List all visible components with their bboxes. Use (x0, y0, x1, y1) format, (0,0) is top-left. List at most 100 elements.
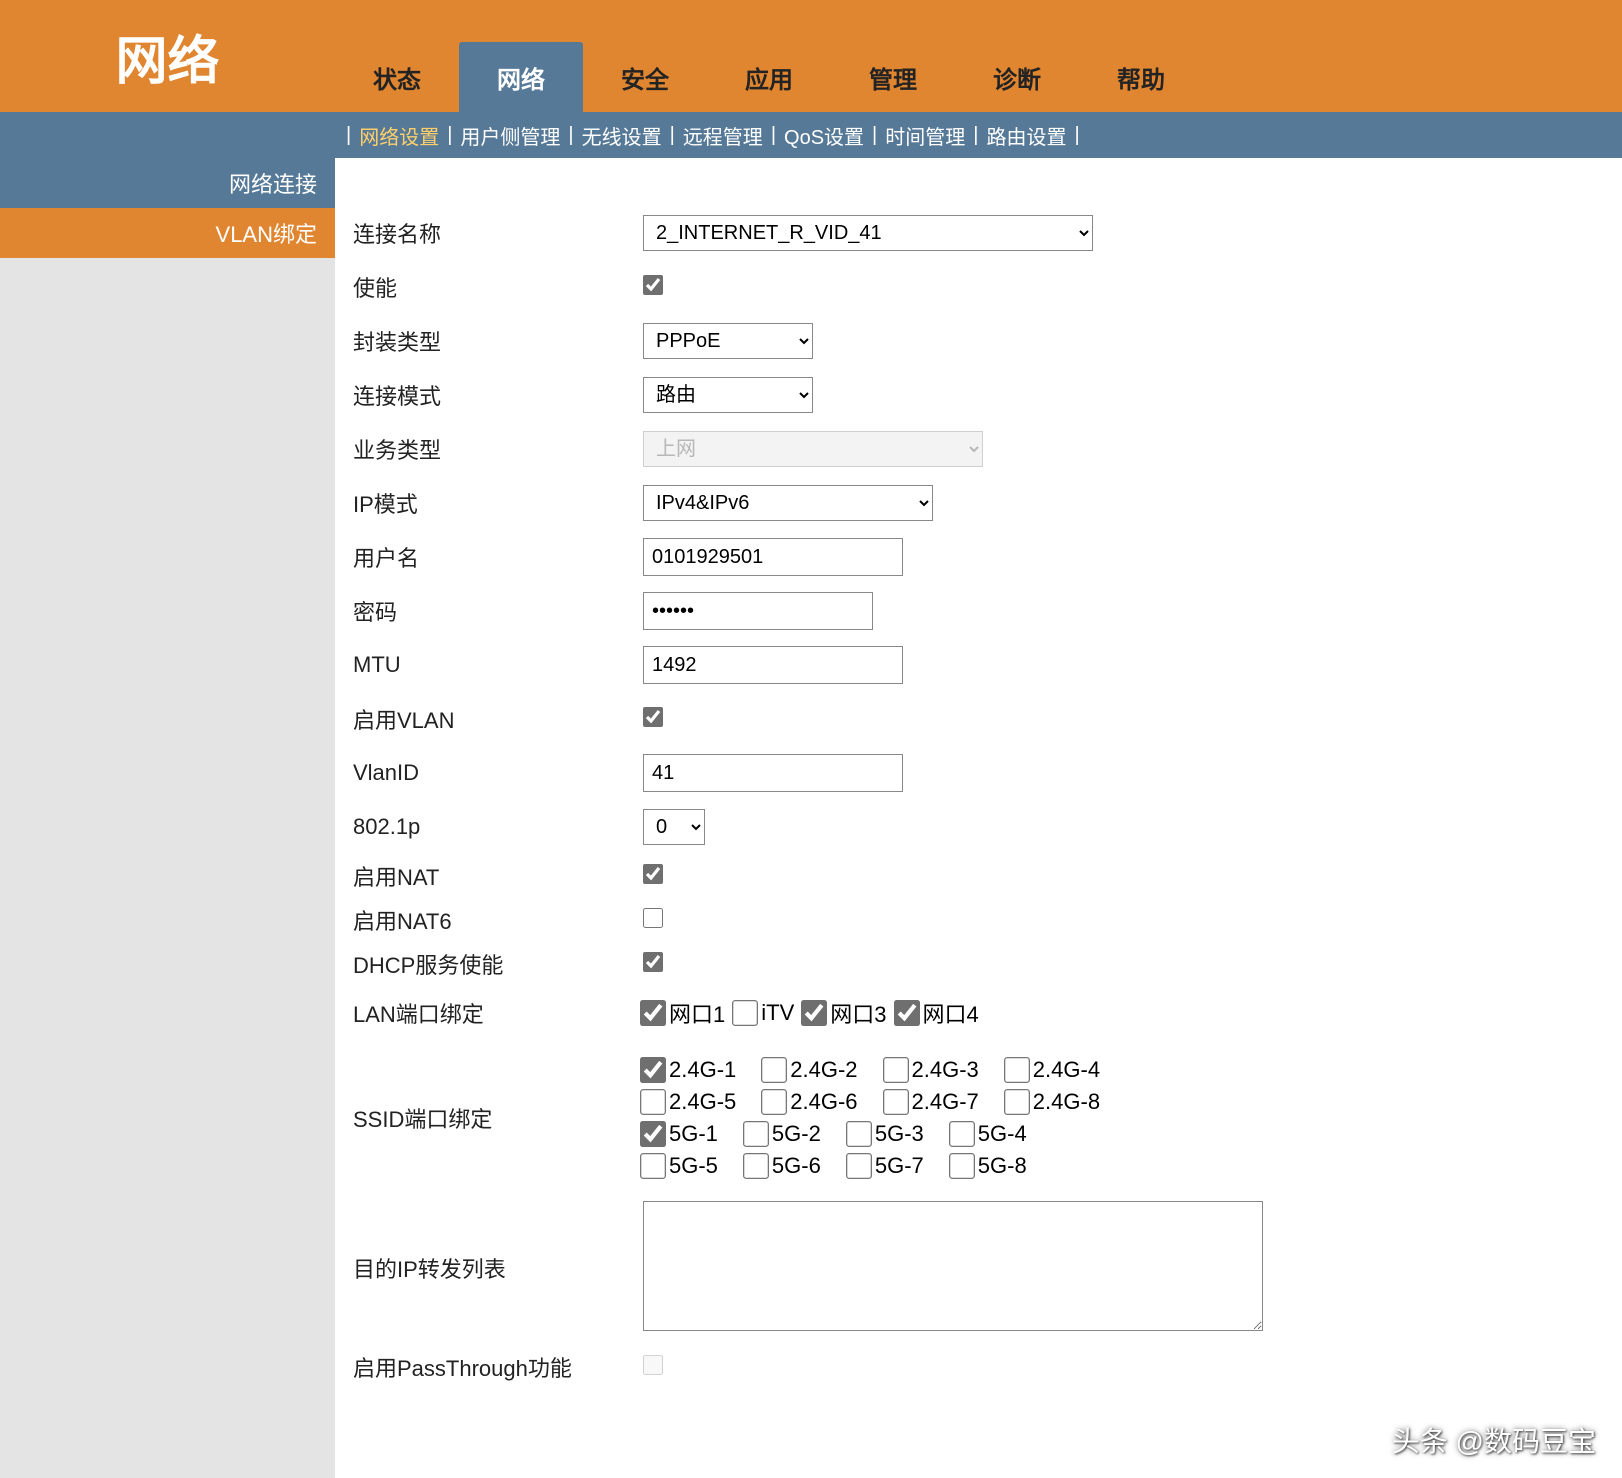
sub-nav-2[interactable]: 无线设置 (580, 121, 664, 150)
lan-bind-group: 网口1 iTV 网口3 网口4 (643, 997, 1604, 1029)
top-tab-0[interactable]: 状态 (335, 42, 459, 112)
lan-bind-2[interactable]: 网口3 (804, 997, 886, 1029)
lan-bind-3[interactable]: 网口4 (897, 997, 979, 1029)
ssid-label-3-1: 5G-6 (772, 1153, 821, 1179)
sidebar-item-1[interactable]: VLAN绑定 (0, 208, 335, 258)
ssid-bind-group: 2.4G-1 2.4G-2 2.4G-3 2.4G-4 2.4G-5 2.4G-6 2.4G… (643, 1057, 1604, 1179)
top-tab-1[interactable]: 网络 (459, 42, 583, 112)
ssid-checkbox-2-0[interactable] (640, 1121, 666, 1147)
checkbox-dhcp[interactable] (643, 952, 663, 972)
top-tab-3[interactable]: 应用 (707, 42, 831, 112)
ssid-checkbox-1-2[interactable] (883, 1089, 909, 1115)
ssid-label-2-1: 5G-2 (772, 1121, 821, 1147)
ssid-0-1[interactable]: 2.4G-2 (764, 1057, 857, 1083)
select-encap[interactable]: PPPoE (643, 323, 813, 359)
ssid-1-0[interactable]: 2.4G-5 (643, 1089, 736, 1115)
ssid-2-0[interactable]: 5G-1 (643, 1121, 718, 1147)
ssid-0-2[interactable]: 2.4G-3 (886, 1057, 979, 1083)
checkbox-nat[interactable] (643, 864, 663, 884)
label-passthrough: 启用PassThrough功能 (353, 1351, 643, 1383)
input-mtu[interactable] (643, 646, 903, 684)
ssid-label-1-2: 2.4G-7 (912, 1089, 979, 1115)
lan-bind-0[interactable]: 网口1 (643, 997, 725, 1029)
ssid-0-3[interactable]: 2.4G-4 (1007, 1057, 1100, 1083)
ssid-label-0-2: 2.4G-3 (912, 1057, 979, 1083)
label-mtu: MTU (353, 652, 643, 678)
ssid-2-2[interactable]: 5G-3 (849, 1121, 924, 1147)
select-ip-mode[interactable]: IPv4&IPv6 (643, 485, 933, 521)
ssid-label-3-3: 5G-8 (978, 1153, 1027, 1179)
sidebar-item-0[interactable]: 网络连接 (0, 158, 335, 208)
label-conn-mode: 连接模式 (353, 379, 643, 411)
checkbox-vlan-enable[interactable] (643, 707, 663, 727)
sidebar: 网络连接VLAN绑定 (0, 158, 335, 1478)
ssid-3-3[interactable]: 5G-8 (952, 1153, 1027, 1179)
checkbox-passthrough (643, 1355, 663, 1375)
ssid-label-0-0: 2.4G-1 (669, 1057, 736, 1083)
ssid-checkbox-3-0[interactable] (640, 1153, 666, 1179)
lan-bind-label-2: 网口3 (830, 997, 886, 1029)
label-nat6: 启用NAT6 (353, 904, 643, 936)
sub-nav: |网络设置|用户侧管理|无线设置|远程管理|QoS设置|时间管理|路由设置| (0, 112, 1622, 158)
ssid-0-0[interactable]: 2.4G-1 (643, 1057, 736, 1083)
sub-nav-3[interactable]: 远程管理 (681, 121, 765, 150)
lan-bind-checkbox-3[interactable] (894, 1000, 920, 1026)
ssid-checkbox-0-1[interactable] (761, 1057, 787, 1083)
ssid-checkbox-3-1[interactable] (743, 1153, 769, 1179)
ssid-3-0[interactable]: 5G-5 (643, 1153, 718, 1179)
sub-nav-4[interactable]: QoS设置 (782, 121, 866, 150)
label-enable: 使能 (353, 271, 643, 303)
ssid-checkbox-3-2[interactable] (846, 1153, 872, 1179)
checkbox-enable[interactable] (643, 275, 663, 295)
top-tab-5[interactable]: 诊断 (955, 42, 1079, 112)
ssid-checkbox-2-2[interactable] (846, 1121, 872, 1147)
input-password[interactable] (643, 592, 873, 630)
ssid-label-3-0: 5G-5 (669, 1153, 718, 1179)
ssid-checkbox-0-0[interactable] (640, 1057, 666, 1083)
ssid-checkbox-1-1[interactable] (761, 1089, 787, 1115)
ssid-1-1[interactable]: 2.4G-6 (764, 1089, 857, 1115)
select-conn-mode[interactable]: 路由 (643, 377, 813, 413)
ssid-checkbox-1-3[interactable] (1004, 1089, 1030, 1115)
ssid-1-2[interactable]: 2.4G-7 (886, 1089, 979, 1115)
ssid-checkbox-0-3[interactable] (1004, 1057, 1030, 1083)
select-conn-name[interactable]: 2_INTERNET_R_VID_41 (643, 215, 1093, 251)
lan-bind-label-3: 网口4 (923, 997, 979, 1029)
lan-bind-checkbox-2[interactable] (801, 1000, 827, 1026)
ssid-checkbox-3-3[interactable] (949, 1153, 975, 1179)
top-tab-4[interactable]: 管理 (831, 42, 955, 112)
lan-bind-label-1: iTV (761, 1000, 794, 1026)
sub-nav-1[interactable]: 用户侧管理 (458, 121, 562, 150)
ssid-checkbox-0-2[interactable] (883, 1057, 909, 1083)
sub-nav-0[interactable]: 网络设置 (357, 121, 441, 150)
ssid-2-3[interactable]: 5G-4 (952, 1121, 1027, 1147)
ssid-3-1[interactable]: 5G-6 (746, 1153, 821, 1179)
select-8021p[interactable]: 0 (643, 809, 705, 845)
sub-nav-6[interactable]: 路由设置 (984, 121, 1068, 150)
top-tab-2[interactable]: 安全 (583, 42, 707, 112)
top-tab-6[interactable]: 帮助 (1079, 42, 1203, 112)
label-service-type: 业务类型 (353, 433, 643, 465)
textarea-dest-ip[interactable] (643, 1201, 1263, 1331)
header-bar: 网络 状态网络安全应用管理诊断帮助 (0, 0, 1622, 112)
ssid-row-0: 2.4G-1 2.4G-2 2.4G-3 2.4G-4 (643, 1057, 1604, 1083)
lan-bind-label-0: 网口1 (669, 997, 725, 1029)
input-vlan-id[interactable] (643, 754, 903, 792)
ssid-label-1-0: 2.4G-5 (669, 1089, 736, 1115)
ssid-3-2[interactable]: 5G-7 (849, 1153, 924, 1179)
ssid-label-1-1: 2.4G-6 (790, 1089, 857, 1115)
ssid-checkbox-2-3[interactable] (949, 1121, 975, 1147)
label-dest-ip: 目的IP转发列表 (353, 1252, 643, 1284)
lan-bind-checkbox-0[interactable] (640, 1000, 666, 1026)
ssid-label-0-1: 2.4G-2 (790, 1057, 857, 1083)
ssid-checkbox-2-1[interactable] (743, 1121, 769, 1147)
lan-bind-1[interactable]: iTV (735, 1000, 794, 1026)
sub-nav-5[interactable]: 时间管理 (883, 121, 967, 150)
ssid-1-3[interactable]: 2.4G-8 (1007, 1089, 1100, 1115)
ssid-2-1[interactable]: 5G-2 (746, 1121, 821, 1147)
checkbox-nat6[interactable] (643, 908, 663, 928)
ssid-checkbox-1-0[interactable] (640, 1089, 666, 1115)
ssid-label-2-0: 5G-1 (669, 1121, 718, 1147)
lan-bind-checkbox-1[interactable] (732, 1000, 758, 1026)
input-username[interactable] (643, 538, 903, 576)
